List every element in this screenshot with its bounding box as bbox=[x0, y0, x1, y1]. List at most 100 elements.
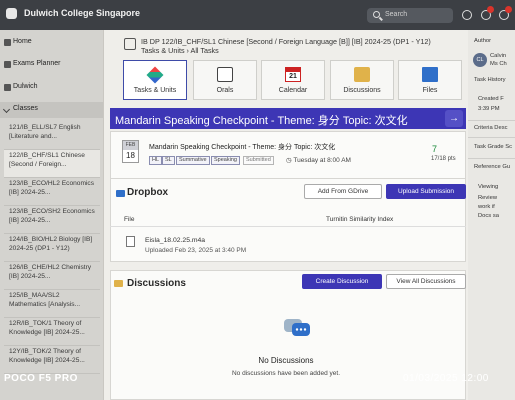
chevron-down-icon bbox=[2, 105, 11, 114]
chat-bubbles-icon bbox=[284, 319, 310, 336]
tab-label: Discussions bbox=[343, 87, 381, 94]
banner-arrow-button[interactable]: → bbox=[445, 110, 463, 127]
search-icon bbox=[373, 11, 380, 18]
building-icon bbox=[4, 84, 11, 91]
task-points: 7 bbox=[432, 144, 438, 154]
task-date-day: 18 bbox=[126, 151, 135, 160]
task-title[interactable]: Mandarin Speaking Checkpoint - Theme: 身分… bbox=[149, 142, 335, 152]
sidebar-item-exams-planner[interactable]: Exams Planner bbox=[0, 56, 103, 74]
file-name[interactable]: Eisla_18.02.25.m4a bbox=[145, 237, 205, 244]
sidebar-class-item-active[interactable]: 122/IB_CHF/SL1 Chinese [Second / Foreign… bbox=[4, 150, 100, 178]
file-uploaded: Uploaded Feb 23, 2025 at 3:40 PM bbox=[145, 247, 247, 254]
class-label: 122/IB_CHF/SL1 Chinese [Second / Foreign… bbox=[9, 152, 85, 168]
discussions-icon bbox=[114, 280, 123, 287]
top-bar: Dulwich College Singapore Search bbox=[0, 0, 515, 30]
class-label: 121/IB_ELL/SL7 English [Literature and..… bbox=[9, 124, 81, 140]
task-banner: Mandarin Speaking Checkpoint - Theme: 身分… bbox=[110, 108, 466, 129]
add-from-gdrive-button[interactable]: Add From GDrive bbox=[304, 184, 382, 199]
search-input[interactable]: Search bbox=[367, 8, 453, 23]
author-label: Author bbox=[474, 38, 492, 44]
sidebar-class-item[interactable]: 121/IB_ELL/SL7 English [Literature and..… bbox=[4, 122, 100, 150]
divider bbox=[468, 120, 515, 121]
sidebar-item-label: Home bbox=[13, 38, 32, 45]
sidebar-class-item[interactable]: 123/IB_ECO/HL2 Economics [IB] 2024-25... bbox=[4, 178, 100, 206]
school-logo-icon[interactable] bbox=[6, 8, 17, 19]
tag-speaking: Speaking bbox=[211, 156, 240, 165]
class-label: 123/IB_ECO/HL2 Economics [IB] 2024-25... bbox=[9, 180, 95, 196]
right-panel: Author CL Calvin Ms Ch Task History Crea… bbox=[468, 30, 515, 400]
view-all-discussions-button[interactable]: View All Discussions bbox=[386, 274, 466, 289]
task-date-month: FEB bbox=[123, 141, 138, 150]
discussions-icon bbox=[354, 67, 370, 82]
history-item: Created F bbox=[478, 96, 504, 102]
folder-icon bbox=[116, 190, 125, 197]
upload-submission-button[interactable]: Upload Submission bbox=[386, 184, 466, 199]
sidebar-item-home[interactable]: Home bbox=[0, 34, 103, 52]
task-due: ◷ Tuesday at 8:00 AM bbox=[286, 157, 351, 164]
criteria-descriptors-link[interactable]: Criteria Desc bbox=[474, 125, 508, 131]
tab-label: Calendar bbox=[278, 87, 308, 94]
review-text-1: Review bbox=[478, 195, 498, 201]
sidebar-class-item[interactable]: 123/IB_ECO/SH2 Economics [IB] 2024-25... bbox=[4, 206, 100, 234]
task-history-label: Task History bbox=[474, 77, 506, 83]
tab-label: Orals bbox=[216, 87, 234, 94]
task-due-text: Tuesday at 8:00 AM bbox=[293, 157, 351, 164]
calendar-tab-day: 21 bbox=[289, 73, 297, 80]
review-text-2: work if bbox=[478, 204, 495, 210]
create-discussion-button[interactable]: Create Discussion bbox=[302, 274, 382, 289]
course-tabs: Tasks & Units Orals 21 Calendar Discussi… bbox=[120, 60, 466, 100]
message-badge bbox=[505, 6, 512, 13]
sidebar-class-item[interactable]: 126/IB_CHE/HL2 Chemistry [IB] 2024-25... bbox=[4, 262, 100, 290]
tab-discussions[interactable]: Discussions bbox=[330, 60, 394, 100]
calendar-icon: 21 bbox=[285, 67, 301, 82]
sidebar-item-label: Exams Planner bbox=[13, 60, 61, 67]
tab-files[interactable]: Files bbox=[398, 60, 462, 100]
tag-hl: HL bbox=[149, 156, 163, 165]
camera-watermark-left: POCO F5 PRO bbox=[4, 373, 78, 384]
sidebar-class-item[interactable]: 125/IB_MAA/SL2 Mathematics [Analysis... bbox=[4, 290, 100, 318]
tag-submitted: Submitted bbox=[243, 156, 274, 165]
add-icon[interactable] bbox=[462, 10, 472, 20]
discussions-heading: Discussions bbox=[127, 278, 186, 289]
home-icon bbox=[4, 39, 11, 46]
search-placeholder: Search bbox=[385, 11, 408, 18]
class-label: 126/IB_CHE/HL2 Chemistry [IB] 2024-25... bbox=[9, 264, 92, 280]
sidebar-class-item[interactable]: 12R/IB_TOK/1 Theory of Knowledge [IB] 20… bbox=[4, 318, 100, 346]
files-icon bbox=[422, 67, 438, 82]
task-points-total: 17/18 pts bbox=[431, 156, 456, 162]
calendar-icon bbox=[4, 61, 11, 68]
course-icon bbox=[124, 38, 136, 50]
avatar[interactable]: CL bbox=[473, 53, 487, 67]
empty-discussions-title: No Discussions bbox=[258, 356, 314, 365]
sidebar-item-dulwich[interactable]: Dulwich bbox=[0, 79, 103, 97]
author-name[interactable]: Calvin bbox=[490, 53, 506, 59]
task-grade-scale-link[interactable]: Task Grade Sc bbox=[474, 144, 512, 150]
classes-section-toggle[interactable]: Classes bbox=[0, 102, 103, 118]
tab-calendar[interactable]: 21 Calendar bbox=[261, 60, 325, 100]
task-banner-title: Mandarin Speaking Checkpoint - Theme: 身分… bbox=[115, 115, 408, 127]
tab-label: Tasks & Units bbox=[133, 87, 177, 94]
tag-summative: Summative bbox=[176, 156, 210, 165]
tasks-icon bbox=[146, 66, 164, 84]
app-title[interactable]: Dulwich College Singapore bbox=[24, 8, 140, 18]
tab-orals[interactable]: Orals bbox=[193, 60, 257, 100]
divider bbox=[468, 158, 515, 159]
reference-guide-link[interactable]: Reference Gu bbox=[474, 164, 510, 170]
task-date: FEB 18 bbox=[122, 140, 139, 163]
course-title[interactable]: IB DP 122/IB_CHF/SL1 Chinese [Second / F… bbox=[141, 37, 431, 46]
divider bbox=[468, 137, 515, 138]
tab-tasks-units[interactable]: Tasks & Units bbox=[123, 60, 187, 100]
class-label: 12Y/IB_TOK/2 Theory of Knowledge [IB] 20… bbox=[9, 348, 85, 364]
sidebar-class-item[interactable]: 12Y/IB_TOK/2 Theory of Knowledge [IB] 20… bbox=[4, 346, 100, 374]
review-text-3: Docs sa bbox=[478, 213, 499, 219]
author-sub: Ms Ch bbox=[490, 61, 507, 67]
col-turnitin: Turnitin Similarity Index bbox=[326, 216, 394, 223]
class-label: 12R/IB_TOK/1 Theory of Knowledge [IB] 20… bbox=[9, 320, 85, 336]
class-label: 123/IB_ECO/SH2 Economics [IB] 2024-25... bbox=[9, 208, 95, 224]
history-time: 3:39 PM bbox=[478, 106, 500, 112]
sidebar-class-item[interactable]: 124/IB_BIO/HL2 Biology [IB] 2024-25 (DP1… bbox=[4, 234, 100, 262]
breadcrumb[interactable]: Tasks & Units › All Tasks bbox=[141, 46, 219, 55]
orals-icon bbox=[217, 67, 233, 82]
tag-sl: SL bbox=[162, 156, 175, 165]
dropbox-table-header: File Turnitin Similarity Index bbox=[110, 213, 466, 227]
